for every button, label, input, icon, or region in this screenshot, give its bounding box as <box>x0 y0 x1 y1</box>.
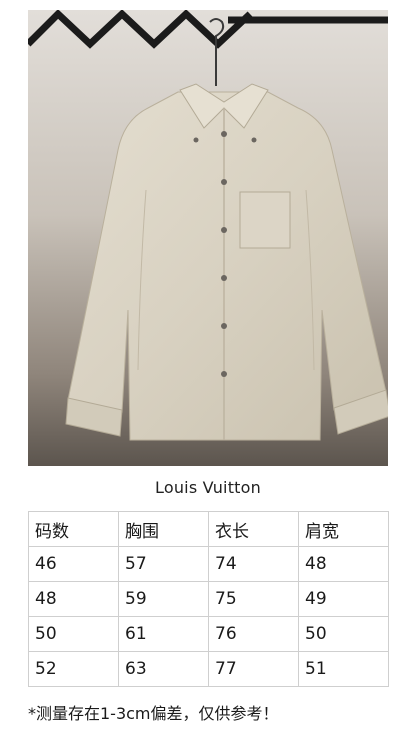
table-cell: 48 <box>298 546 389 582</box>
table-cell: 59 <box>118 581 209 617</box>
header-chest: 胸围 <box>118 511 209 547</box>
table-cell: 61 <box>118 616 209 652</box>
header-size: 码数 <box>28 511 119 547</box>
table-row: 48 59 75 49 <box>28 581 389 617</box>
table-row: 46 57 74 48 <box>28 546 389 582</box>
measurement-note: *测量存在1-3cm偏差，仅供参考！ <box>28 704 279 723</box>
table-header-row: 码数 胸围 衣长 肩宽 <box>28 511 389 547</box>
size-chart-table: 码数 胸围 衣长 肩宽 46 57 74 48 48 59 75 49 50 6… <box>28 511 389 687</box>
table-cell: 75 <box>208 581 299 617</box>
brand-name: Louis Vuitton <box>155 478 261 497</box>
table-row: 52 63 77 51 <box>28 651 389 687</box>
table-cell: 48 <box>28 581 119 617</box>
table-cell: 49 <box>298 581 389 617</box>
table-cell: 50 <box>298 616 389 652</box>
table-cell: 51 <box>298 651 389 687</box>
table-cell: 77 <box>208 651 299 687</box>
table-cell: 74 <box>208 546 299 582</box>
table-row: 50 61 76 50 <box>28 616 389 652</box>
table-cell: 46 <box>28 546 119 582</box>
product-photo <box>28 10 388 466</box>
header-length: 衣长 <box>208 511 299 547</box>
table-cell: 50 <box>28 616 119 652</box>
table-cell: 76 <box>208 616 299 652</box>
table-cell: 57 <box>118 546 209 582</box>
chest-pocket <box>239 191 291 249</box>
shirt-illustration <box>28 10 388 466</box>
table-cell: 52 <box>28 651 119 687</box>
table-cell: 63 <box>118 651 209 687</box>
header-shoulder: 肩宽 <box>298 511 389 547</box>
